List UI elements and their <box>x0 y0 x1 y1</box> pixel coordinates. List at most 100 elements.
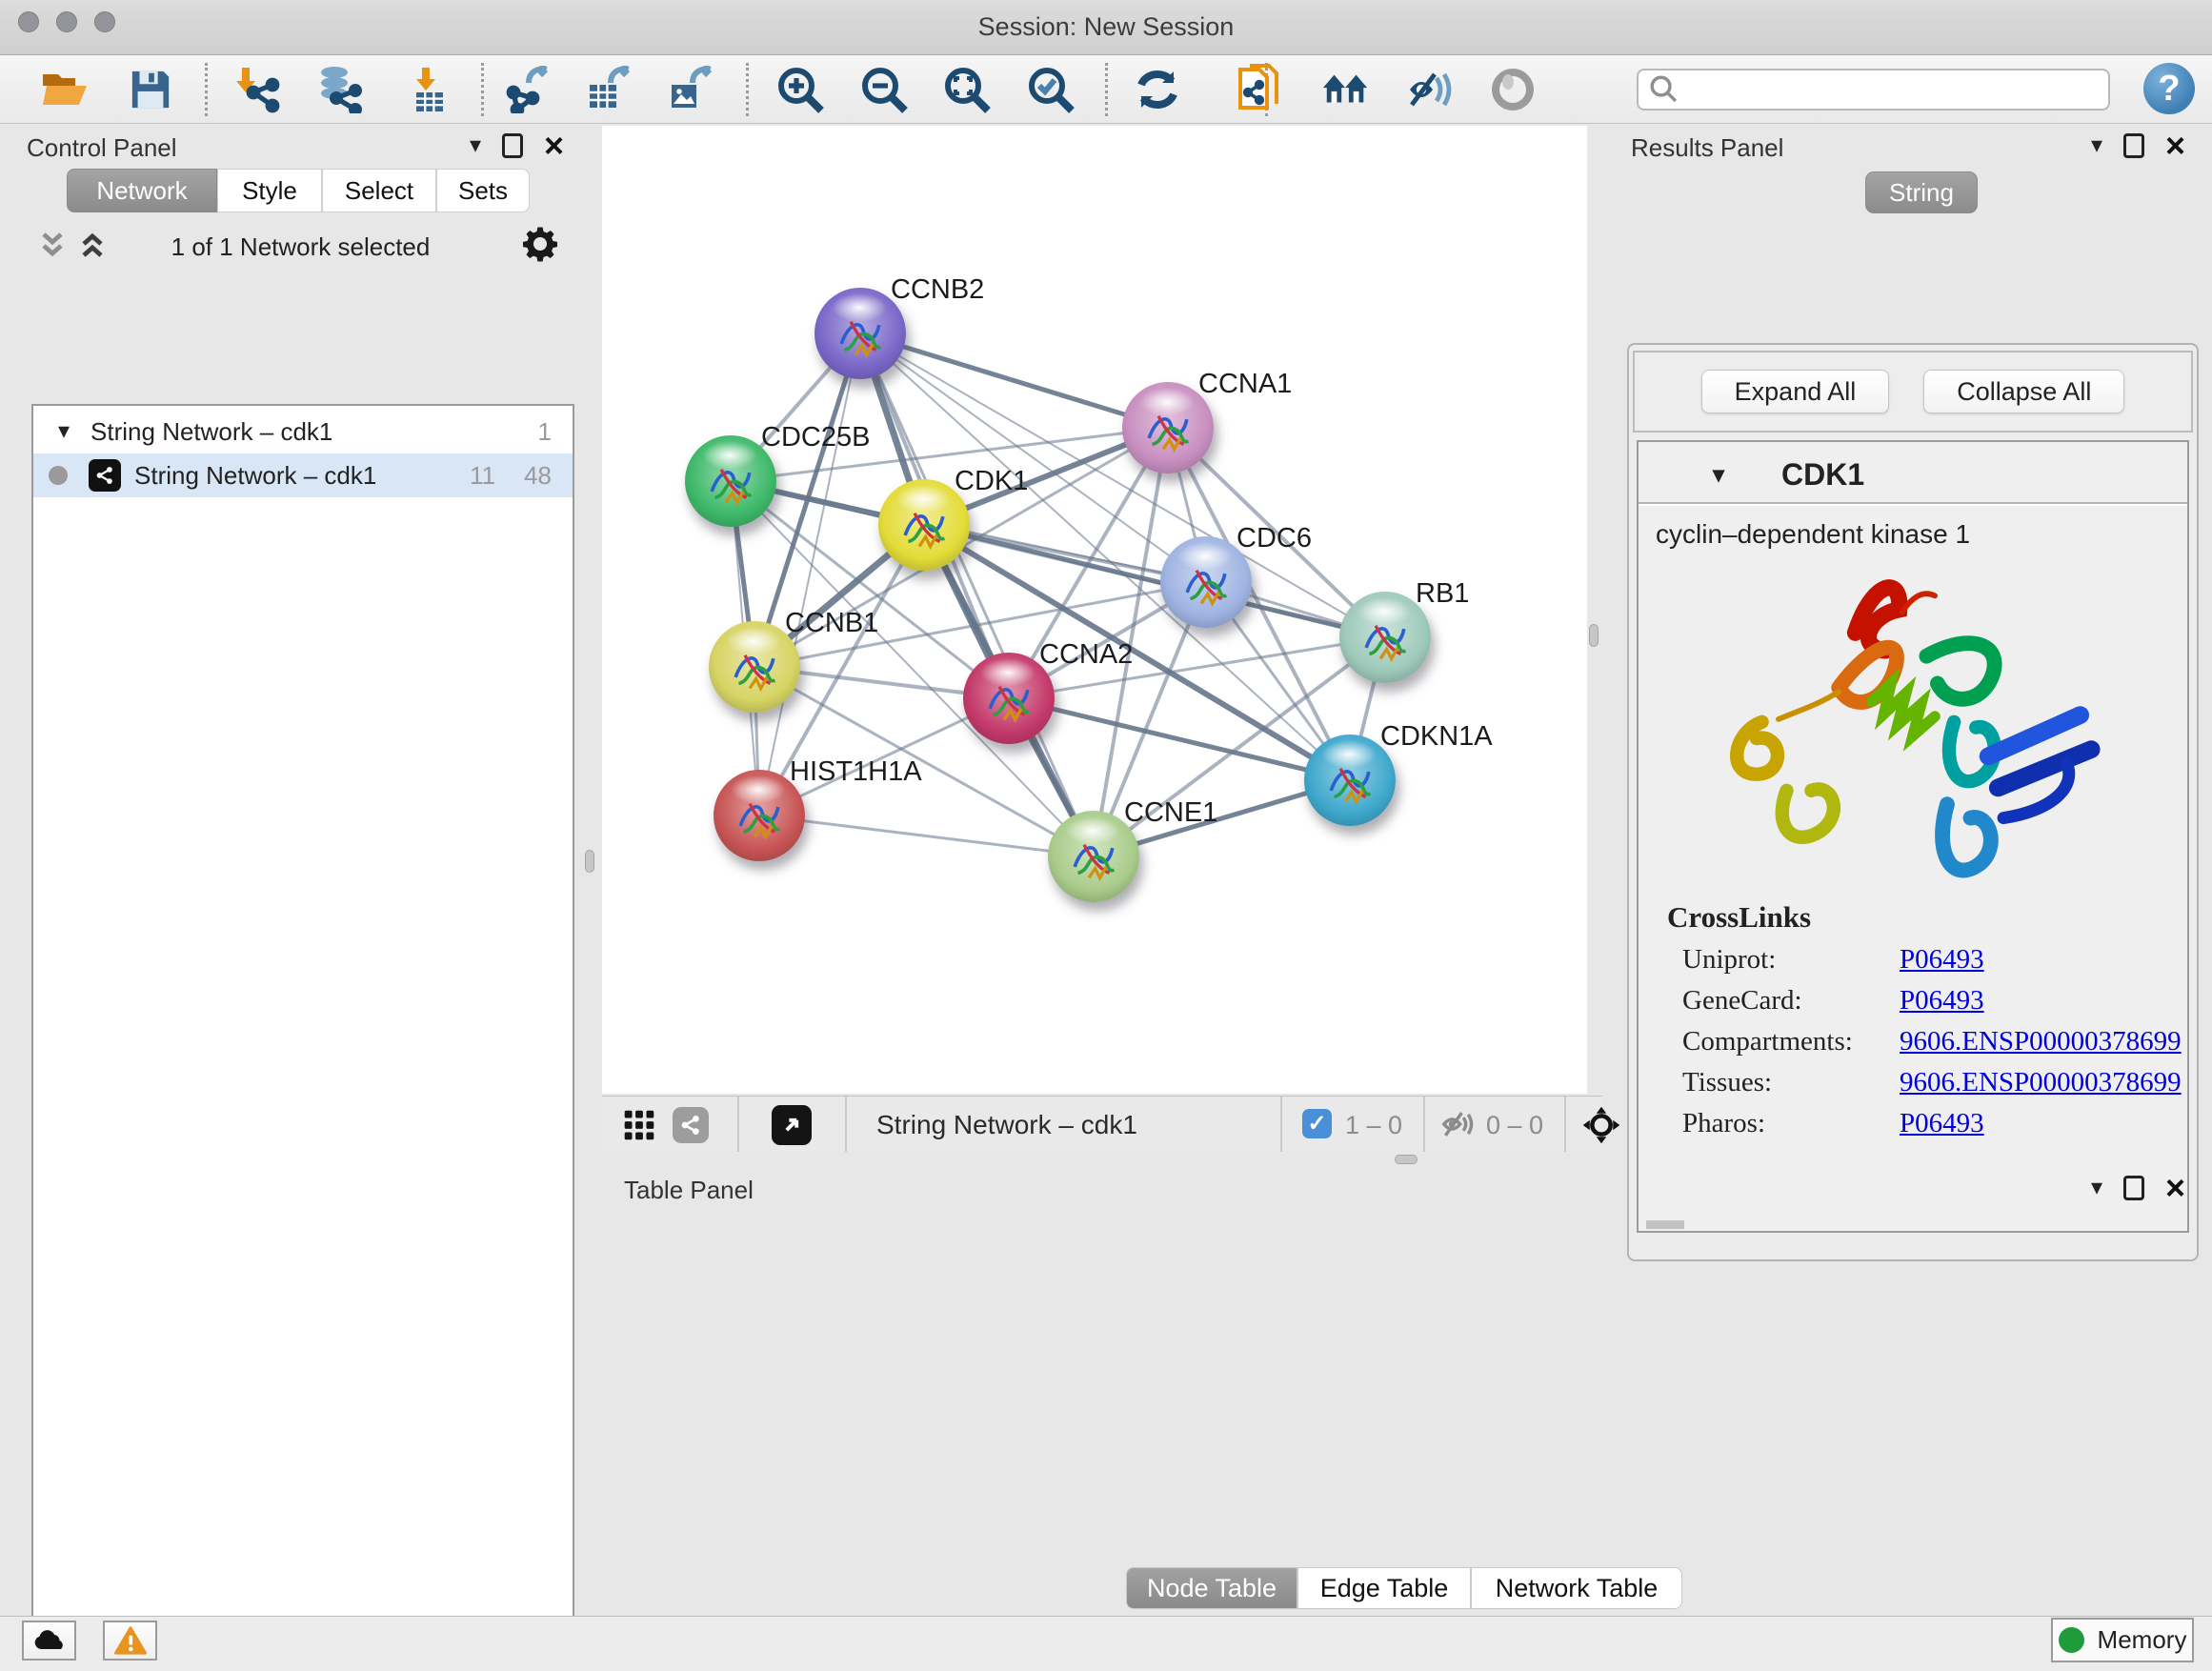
refresh-icon[interactable] <box>1133 65 1182 114</box>
protein-squiggle-icon <box>1354 607 1417 670</box>
share-network-icon[interactable] <box>673 1107 709 1143</box>
toolbar-separator <box>1105 63 1108 116</box>
collapse-panel-icon[interactable]: ▾ <box>470 134 481 157</box>
zoom-in-icon[interactable] <box>775 65 825 114</box>
network-node-count: 11 <box>470 461 495 491</box>
export-network-icon[interactable] <box>503 65 553 114</box>
toolbar-separator <box>737 1097 739 1152</box>
main-toolbar: ? <box>0 55 2212 124</box>
float-panel-icon[interactable] <box>2123 133 2144 158</box>
protein-squiggle-icon <box>1062 826 1125 889</box>
export-table-icon[interactable] <box>583 65 633 114</box>
gene-collapse-icon[interactable]: ▾ <box>1713 464 1724 487</box>
memory-button[interactable]: Memory <box>2051 1618 2194 1662</box>
node-label-CCNE1: CCNE1 <box>1124 797 1217 829</box>
node-label-CDK1: CDK1 <box>955 466 1028 497</box>
tab-select[interactable]: Select <box>322 169 436 212</box>
node-label-CCNA1: CCNA1 <box>1198 369 1292 400</box>
toolbar-separator <box>481 63 484 116</box>
warning-status-button[interactable] <box>103 1621 157 1661</box>
protein-squiggle-icon <box>723 636 786 699</box>
gene-name: CDK1 <box>1781 457 1864 493</box>
open-session-icon[interactable] <box>40 65 90 114</box>
collapse-all-button[interactable]: Collapse All <box>1923 370 2124 413</box>
crosslink-row: Tissues:9606.ENSP00000378699 <box>1639 1057 2187 1098</box>
toolbar-separator <box>1280 1097 1282 1152</box>
network-share-icon <box>89 459 121 492</box>
float-panel-icon[interactable] <box>502 133 523 158</box>
tab-node-table[interactable]: Node Table <box>1126 1567 1297 1609</box>
right-splitter-handle[interactable] <box>1589 624 1599 647</box>
string-document-icon[interactable] <box>1236 65 1285 114</box>
crosslink-row: Pharos:P06493 <box>1639 1098 2187 1139</box>
results-button-row: Expand All Collapse All <box>1633 351 2193 433</box>
tab-edge-table[interactable]: Edge Table <box>1297 1567 1471 1609</box>
gene-description: cyclin–dependent kinase 1 <box>1639 504 2187 550</box>
left-splitter-handle[interactable] <box>585 850 594 873</box>
protein-squiggle-icon <box>977 668 1040 731</box>
memory-status-dot <box>2059 1627 2084 1653</box>
close-panel-icon[interactable]: × <box>2165 1176 2185 1200</box>
save-session-icon[interactable] <box>126 65 175 114</box>
network-canvas[interactable]: CCNB2 CCNA1 CDC25B CDK1 CDC6 RB1 CCNB1 C… <box>602 126 1587 1094</box>
horizontal-splitter-handle[interactable] <box>1395 1155 1418 1164</box>
tab-style[interactable]: Style <box>217 169 322 212</box>
zoom-selected-icon[interactable] <box>1026 65 1076 114</box>
table-tabs: Node Table Edge Table Network Table <box>1126 1567 1682 1609</box>
glass-ball-icon[interactable] <box>1488 65 1538 114</box>
tab-network[interactable]: Network <box>67 169 217 212</box>
zoom-fit-icon[interactable] <box>942 65 992 114</box>
network-collection-row[interactable]: ▾ String Network – cdk1 1 <box>33 410 573 453</box>
tab-network-table[interactable]: Network Table <box>1471 1567 1682 1609</box>
grid-view-icon[interactable] <box>623 1109 655 1146</box>
table-panel: Table Panel ▾ × <box>605 1166 2212 1616</box>
tab-string[interactable]: String <box>1865 171 1978 213</box>
crosslink-link[interactable]: P06493 <box>1900 1108 1984 1139</box>
crosslink-link[interactable]: P06493 <box>1900 985 1984 1017</box>
collapse-panel-icon[interactable]: ▾ <box>2091 134 2102 157</box>
crosslink-link[interactable]: 9606.ENSP00000378699 <box>1900 1026 2182 1057</box>
zoom-out-icon[interactable] <box>859 65 909 114</box>
network-edge-count: 48 <box>524 461 552 491</box>
search-field[interactable] <box>1637 69 2110 111</box>
selected-checkbox[interactable]: ✓ <box>1302 1109 1332 1138</box>
collapse-panel-icon[interactable]: ▾ <box>2091 1177 2102 1199</box>
protein-squiggle-icon <box>1175 552 1237 614</box>
export-image-icon[interactable] <box>665 65 714 114</box>
expand-all-button[interactable]: Expand All <box>1701 370 1890 413</box>
network-row-selected[interactable]: String Network – cdk1 11 48 <box>33 453 573 497</box>
control-panel-title: Control Panel <box>27 133 177 163</box>
close-panel-icon[interactable]: × <box>2165 133 2185 158</box>
birdseye-view-icon[interactable] <box>772 1105 812 1145</box>
gene-header[interactable]: ▾ CDK1 <box>1639 442 2187 504</box>
protein-squiggle-icon <box>893 494 955 557</box>
title-bar: Session: New Session <box>0 0 2212 55</box>
collection-expand-icon[interactable]: ▾ <box>58 420 70 443</box>
search-icon <box>1648 73 1680 106</box>
network-options-gear-icon[interactable] <box>520 224 560 269</box>
string-home-icon[interactable] <box>1321 65 1371 114</box>
collection-name: String Network – cdk1 <box>90 417 537 447</box>
node-label-CCNB1: CCNB1 <box>785 608 878 639</box>
crosslink-label: Compartments: <box>1682 1026 1900 1057</box>
help-button[interactable]: ? <box>2143 63 2195 114</box>
import-network-icon[interactable] <box>233 65 283 114</box>
status-bar: Memory <box>0 1616 2212 1671</box>
network-view-toolbar: String Network – cdk1 ✓ 1 – 0 0 – 0 <box>602 1096 1602 1151</box>
hidden-eye-icon[interactable] <box>1440 1108 1477 1145</box>
warning-icon <box>114 1626 147 1655</box>
import-database-icon[interactable] <box>314 65 364 114</box>
protein-squiggle-icon <box>1318 750 1381 813</box>
enhanced-labels-icon[interactable] <box>1404 65 1454 114</box>
float-panel-icon[interactable] <box>2123 1176 2144 1200</box>
tab-sets[interactable]: Sets <box>436 169 530 212</box>
cloud-status-button[interactable] <box>22 1621 76 1661</box>
close-panel-icon[interactable]: × <box>544 133 564 158</box>
window-title: Session: New Session <box>0 12 2212 42</box>
crosslink-link[interactable]: P06493 <box>1900 944 1984 976</box>
search-input[interactable] <box>1686 72 2108 107</box>
protein-squiggle-icon <box>728 785 791 848</box>
memory-label: Memory <box>2098 1625 2187 1655</box>
import-table-icon[interactable] <box>402 65 452 114</box>
crosslink-link[interactable]: 9606.ENSP00000378699 <box>1900 1067 2182 1098</box>
